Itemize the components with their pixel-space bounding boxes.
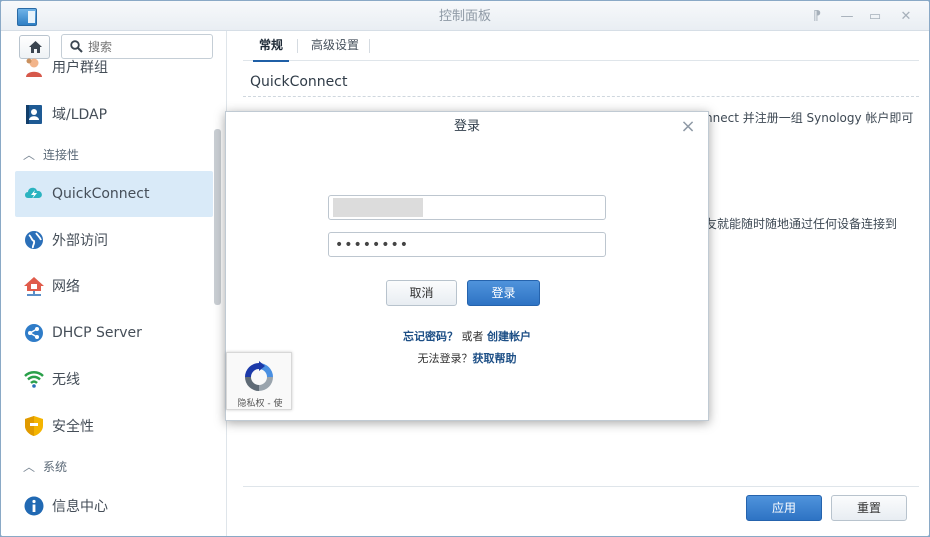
sidebar-item-user-group[interactable]: 用户群组 xyxy=(15,45,213,89)
chevron-up-icon: ︿ xyxy=(23,460,36,474)
account-links: 忘记密码？ 或者 创建帐户 xyxy=(226,328,708,344)
sidebar-item-external-access[interactable]: 外部访问 xyxy=(15,217,213,263)
tab-separator xyxy=(297,39,298,53)
sidebar-item-wireless[interactable]: 无线 xyxy=(15,356,213,402)
dhcp-server-icon xyxy=(23,322,45,344)
sidebar: 用户群组 域/LDAP ︿连接性 Qui xyxy=(1,31,227,536)
sidebar-item-security[interactable]: 安全性 xyxy=(15,403,213,449)
cancel-button[interactable]: 取消 xyxy=(386,280,457,306)
tab-bar: 常规 高级设置 xyxy=(243,31,919,62)
minimize-icon[interactable]: — xyxy=(839,9,855,25)
external-access-icon xyxy=(23,229,45,251)
security-shield-icon xyxy=(23,415,45,437)
tab-general[interactable]: 常规 xyxy=(247,31,295,62)
recaptcha-text: 隐私权 - 使 xyxy=(237,399,283,409)
sidebar-item-label: 信息中心 xyxy=(52,499,108,515)
description-text: 友就能随时随地通过任何设备连接到 xyxy=(705,217,898,231)
apply-button[interactable]: 应用 xyxy=(746,495,822,521)
or-text: 或者 xyxy=(461,330,484,343)
maximize-icon[interactable]: ▭ xyxy=(867,9,883,25)
window-title: 控制面板 xyxy=(438,9,491,24)
sidebar-item-dhcp-server[interactable]: DHCP Server xyxy=(15,310,213,356)
cannot-login-text: 无法登录？ xyxy=(417,352,473,365)
section-system[interactable]: ︿ 系统 xyxy=(23,458,67,475)
email-redaction xyxy=(333,198,423,217)
sidebar-item-network[interactable]: 网络 xyxy=(15,263,213,309)
forgot-password-link[interactable]: 忘记密码？ xyxy=(403,330,458,343)
recaptcha-icon xyxy=(245,361,273,391)
close-icon[interactable]: ✕ xyxy=(898,9,914,25)
sidebar-item-label: 用户群组 xyxy=(52,60,108,76)
chevron-up-icon: ︿ xyxy=(23,148,36,162)
dialog-title: 登录 xyxy=(453,119,480,134)
domain-ldap-icon xyxy=(23,103,45,125)
login-dialog: 登录 × 取消 登录 忘记密码？ 或者 创建帐户 无法登录？获取帮助 隐私权 -… xyxy=(225,111,709,421)
create-account-link[interactable]: 创建帐户 xyxy=(487,330,531,343)
sidebar-scrollbar[interactable] xyxy=(214,129,221,305)
section-title: QuickConnect xyxy=(250,74,348,90)
help-links: 无法登录？获取帮助 xyxy=(226,350,708,366)
description-text: nnect 并注册一组 Synology 帐户即可 xyxy=(705,111,914,125)
wireless-icon xyxy=(23,368,45,390)
sidebar-item-label: DHCP Server xyxy=(52,325,142,341)
sidebar-item-label: 域/LDAP xyxy=(52,107,108,123)
reset-button[interactable]: 重置 xyxy=(831,495,907,521)
sidebar-item-label: 安全性 xyxy=(52,419,94,435)
network-icon xyxy=(23,275,45,297)
dialog-close-icon[interactable]: × xyxy=(678,117,698,137)
login-button[interactable]: 登录 xyxy=(467,280,540,306)
get-help-link[interactable]: 获取帮助 xyxy=(473,352,517,365)
section-divider xyxy=(243,96,919,97)
sidebar-item-info-center[interactable]: 信息中心 xyxy=(15,483,213,529)
password-field[interactable] xyxy=(328,232,606,257)
sidebar-item-domain-ldap[interactable]: 域/LDAP xyxy=(15,91,213,137)
control-panel-window: 控制面板 ⁋ — ▭ ✕ 搜索 用户群组 域/LDAP ︿ 连接性 QuickC… xyxy=(0,0,930,537)
user-group-icon xyxy=(23,56,45,78)
info-center-icon xyxy=(23,495,45,517)
sidebar-item-label: QuickConnect xyxy=(52,186,150,202)
pin-icon[interactable]: ⁋ xyxy=(809,9,825,25)
title-bar: 控制面板 ⁋ — ▭ ✕ xyxy=(1,1,929,31)
tab-separator xyxy=(369,39,370,53)
sidebar-item-label: 无线 xyxy=(52,372,80,388)
section-connectivity[interactable]: ︿ 连接性 xyxy=(23,146,79,163)
quickconnect-icon xyxy=(23,183,45,205)
sidebar-item-label: 外部访问 xyxy=(52,233,108,249)
sidebar-item-quickconnect[interactable]: QuickConnect xyxy=(15,171,213,217)
footer-divider xyxy=(243,486,919,487)
tab-advanced[interactable]: 高级设置 xyxy=(299,31,371,61)
recaptcha-badge[interactable]: 隐私权 - 使 xyxy=(226,352,292,410)
sidebar-item-label: 网络 xyxy=(52,279,80,295)
